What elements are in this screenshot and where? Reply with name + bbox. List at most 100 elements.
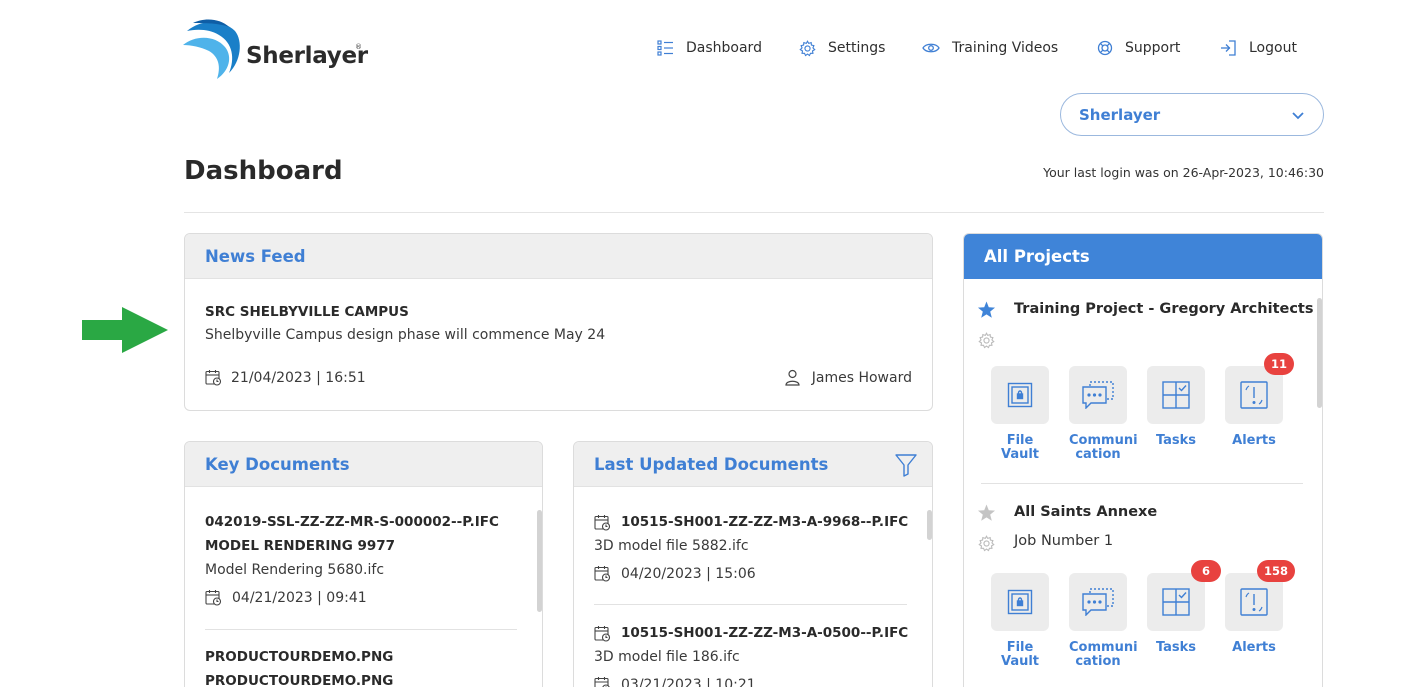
list-item[interactable]: PRODUCTOURDEMO.PNG PRODUCTOURDEMO.PNG (205, 645, 393, 687)
document-subtitle: 3D model file 5882.ifc (594, 538, 749, 554)
gear-icon (799, 39, 816, 56)
document-name: MODEL RENDERING 9977 (205, 538, 396, 554)
document-date: 04/20/2023 | 15:06 (621, 565, 756, 582)
organization-select-value: Sherlayer (1079, 105, 1161, 124)
tile-alerts[interactable]: 11 Alerts (1225, 353, 1294, 448)
organization-select[interactable]: Sherlayer (1060, 93, 1324, 136)
tile-label: Tasks (1155, 640, 1197, 655)
nav-dashboard-label: Dashboard (686, 40, 762, 56)
nav-logout-label: Logout (1249, 40, 1297, 56)
nav-training-videos-label: Training Videos (952, 40, 1059, 56)
tasks-grid-icon (1162, 588, 1190, 616)
sherlayer-logo[interactable]: Sherlayer ® (183, 17, 368, 81)
list-divider (594, 604, 907, 605)
all-projects-title: All Projects (964, 234, 1322, 279)
last-login-text: Your last login was on 26-Apr-2023, 10:4… (1043, 165, 1324, 180)
tile-alerts[interactable]: 158 Alerts (1225, 560, 1295, 655)
gear-icon[interactable] (978, 332, 995, 349)
page-title: Dashboard (184, 156, 343, 186)
news-item-date-row: 21/04/2023 | 16:51 (205, 369, 366, 386)
alerts-count-badge: 158 (1256, 560, 1295, 582)
document-name: PRODUCTOURDEMO.PNG (205, 673, 394, 687)
all-projects-panel: All Projects Training Project - Gregory … (963, 233, 1323, 687)
all-projects-scrollbar[interactable] (1317, 298, 1322, 408)
list-item[interactable]: 10515-SH001-ZZ-ZZ-M3-A-9968--P.IFC 3D mo… (594, 510, 908, 582)
alerts-count-badge: 11 (1263, 353, 1294, 375)
news-item-author-row: James Howard (784, 369, 912, 386)
star-outline-icon[interactable] (977, 504, 996, 522)
logout-icon (1221, 40, 1236, 56)
document-name: 10515-SH001-ZZ-ZZ-M3-A-0500--P.IFC (621, 625, 909, 641)
lifebuoy-icon (1097, 40, 1113, 56)
nav-support[interactable]: Support (1097, 38, 1180, 58)
news-item-date: 21/04/2023 | 16:51 (231, 369, 366, 386)
chat-bubble-icon (1082, 381, 1114, 409)
calendar-clock-icon (594, 625, 611, 642)
document-date-row: 04/20/2023 | 15:06 (594, 565, 908, 582)
alert-icon (1240, 381, 1268, 409)
chat-bubble-icon (1082, 588, 1114, 616)
project-subtitle: Job Number 1 (1014, 533, 1114, 549)
eye-icon (922, 43, 940, 53)
project-name[interactable]: All Saints Annexe (1014, 504, 1157, 520)
nav-support-label: Support (1125, 40, 1181, 56)
dashboard-list-icon (657, 40, 673, 56)
vault-icon (1007, 589, 1033, 615)
registered-mark: ® (355, 43, 362, 51)
list-divider (205, 629, 517, 630)
tile-file-vault[interactable]: File Vault (991, 573, 1049, 669)
news-item-author: James Howard (811, 369, 912, 386)
tile-label: Communi cation (1069, 640, 1138, 669)
calendar-clock-icon (205, 370, 222, 386)
news-item-body: Shelbyville Campus design phase will com… (205, 327, 606, 343)
star-filled-icon[interactable] (977, 301, 996, 319)
document-subtitle: 3D model file 186.ifc (594, 649, 740, 665)
list-item[interactable]: 042019-SSL-ZZ-ZZ-MR-S-000002--P.IFC MODE… (205, 510, 499, 606)
nav-settings-label: Settings (828, 40, 886, 56)
filter-icon[interactable] (894, 453, 918, 477)
tile-tasks[interactable]: Tasks (1147, 366, 1205, 448)
key-documents-title: Key Documents (185, 442, 542, 487)
key-documents-scrollbar[interactable] (537, 510, 542, 612)
news-item-headline[interactable]: SRC SHELBYVILLE CAMPUS (205, 304, 409, 320)
brand-name: Sherlayer (246, 43, 368, 69)
document-name: 10515-SH001-ZZ-ZZ-M3-A-9968--P.IFC (621, 514, 909, 530)
tile-communication[interactable]: Communi cation (1069, 573, 1138, 669)
project-name[interactable]: Training Project - Gregory Architects (1014, 301, 1314, 317)
tasks-grid-icon (1162, 381, 1190, 409)
last-updated-documents-panel: Last Updated Documents 10515-SH001-ZZ-ZZ… (573, 441, 933, 687)
document-date-row: 04/21/2023 | 09:41 (205, 589, 499, 606)
tile-communication[interactable]: Communi cation (1069, 366, 1138, 462)
tile-label: Alerts (1232, 640, 1276, 655)
calendar-clock-icon (594, 566, 611, 582)
last-updated-scrollbar[interactable] (927, 510, 932, 540)
document-date-row: 03/21/2023 | 10:21 (594, 676, 908, 687)
project-divider (981, 483, 1303, 484)
news-feed-panel: News Feed SRC SHELBYVILLE CAMPUS Shelbyv… (184, 233, 933, 411)
document-name: PRODUCTOURDEMO.PNG (205, 649, 394, 665)
calendar-clock-icon (205, 590, 222, 606)
calendar-clock-icon (594, 514, 611, 531)
key-documents-panel: Key Documents 042019-SSL-ZZ-ZZ-MR-S-0000… (184, 441, 543, 687)
document-subtitle: Model Rendering 5680.ifc (205, 562, 385, 578)
tasks-count-badge: 6 (1191, 560, 1221, 582)
alert-icon (1240, 588, 1268, 616)
tile-file-vault[interactable]: File Vault (991, 366, 1049, 462)
user-icon (785, 369, 800, 386)
green-arrow-icon (82, 307, 168, 353)
sherlayer-logo-icon (183, 19, 240, 79)
nav-logout[interactable]: Logout (1220, 38, 1297, 58)
nav-training-videos[interactable]: Training Videos (922, 38, 1058, 58)
list-item[interactable]: 10515-SH001-ZZ-ZZ-M3-A-0500--P.IFC 3D mo… (594, 621, 908, 687)
tile-label: Communi cation (1069, 433, 1138, 462)
gear-icon[interactable] (978, 535, 995, 552)
tile-label: File Vault (1000, 640, 1040, 669)
tile-tasks[interactable]: 6 Tasks (1147, 560, 1221, 655)
nav-settings[interactable]: Settings (799, 38, 885, 58)
nav-dashboard[interactable]: Dashboard (657, 38, 762, 58)
document-date: 03/21/2023 | 10:21 (621, 676, 756, 687)
document-name: 042019-SSL-ZZ-ZZ-MR-S-000002--P.IFC (205, 514, 499, 530)
last-updated-documents-title: Last Updated Documents (574, 442, 932, 487)
document-date: 04/21/2023 | 09:41 (232, 589, 367, 606)
calendar-clock-icon (594, 677, 610, 687)
